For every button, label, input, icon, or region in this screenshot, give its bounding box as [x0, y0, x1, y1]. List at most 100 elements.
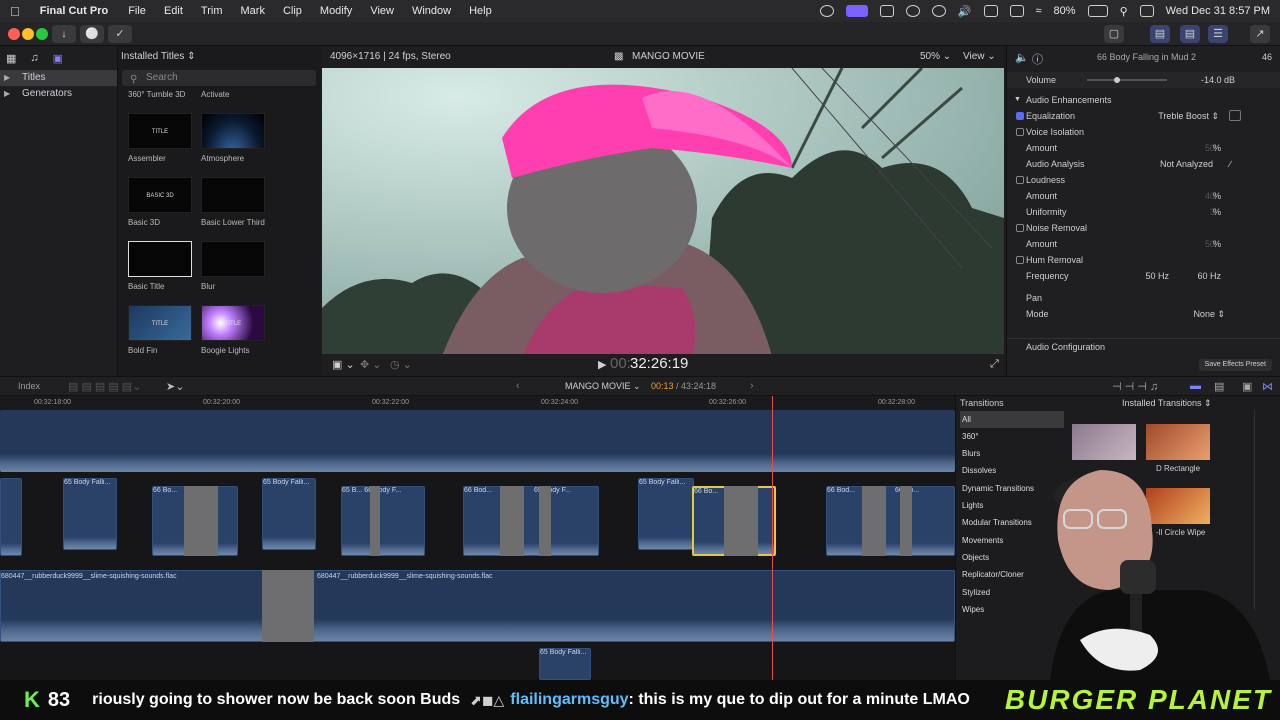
equalization-checkbox[interactable] — [1016, 112, 1024, 120]
minimize-button[interactable] — [22, 28, 34, 40]
display-icon[interactable] — [983, 5, 998, 17]
stage-manager-icon[interactable] — [845, 5, 868, 17]
screen-record-icon[interactable] — [819, 5, 834, 17]
title-thumb-basic-lower-third[interactable] — [201, 177, 265, 213]
close-button[interactable] — [8, 28, 20, 40]
menu-help[interactable]: Help — [469, 5, 492, 17]
browser-header[interactable]: Installed Titles ⇕ — [118, 46, 320, 68]
audio-enhancements-header[interactable]: ▼ Audio Enhancements — [1007, 92, 1280, 108]
volume-slider[interactable] — [1087, 79, 1167, 81]
timeline-ruler[interactable]: 00:32:18:00 00:32:20:00 00:32:22:00 00:3… — [0, 396, 955, 410]
video-viewer[interactable] — [322, 68, 1004, 356]
title-thumb-basic-title[interactable] — [128, 241, 192, 277]
titles-icon[interactable]: ▣ — [53, 52, 63, 65]
back-icon[interactable]: ‹ — [516, 380, 520, 392]
snapping-icon[interactable]: ▬ — [1190, 380, 1201, 392]
browser-toggle-icon[interactable]: ▤ — [1150, 25, 1170, 43]
apple-icon[interactable]:  — [10, 4, 20, 19]
timeline-clip[interactable]: 66 Bod... 65 Body F... — [463, 486, 599, 556]
category-all[interactable]: All — [960, 411, 1064, 428]
info-tab-icon[interactable]: ⓘ — [1032, 51, 1043, 67]
clip-view-icon[interactable]: ▤ — [1214, 380, 1224, 393]
audio-tab-icon[interactable]: 🔈 — [1015, 51, 1029, 64]
title-thumb-boogie-lights[interactable]: TITLE — [201, 305, 265, 341]
title-thumb-atmosphere[interactable] — [201, 113, 265, 149]
layout-icon[interactable]: ▢ — [1104, 25, 1124, 43]
volume-slider-knob[interactable] — [1114, 77, 1120, 83]
menu-window[interactable]: Window — [412, 5, 451, 17]
freq-60-radio[interactable]: 60 Hz — [1197, 268, 1221, 284]
sidebar-item-titles[interactable]: ▶ Titles — [0, 70, 117, 86]
app-menu[interactable]: Final Cut Pro — [40, 5, 108, 17]
battery-icon[interactable] — [1087, 5, 1108, 17]
transition-gap[interactable] — [724, 486, 758, 556]
timeline-clip[interactable]: 65 Body Falli... — [63, 478, 117, 550]
transform-icon[interactable]: ▣ ⌄ — [332, 358, 355, 371]
playhead[interactable] — [772, 396, 773, 680]
view-menu[interactable]: View ⌄ — [963, 46, 996, 68]
share-icon[interactable]: ↗ — [1250, 25, 1270, 43]
installed-transitions-menu[interactable]: Installed Transitions ⇕ — [1122, 398, 1212, 409]
speed-icon[interactable]: ◷ ⌄ — [390, 358, 412, 371]
title-thumb-basic-3d[interactable]: BASIC 3D — [128, 177, 192, 213]
timeline-toggle-icon[interactable]: ▤ — [1180, 25, 1200, 43]
timeline-clip[interactable]: 65 Body Falli... — [638, 478, 694, 550]
menu-file[interactable]: File — [128, 5, 146, 17]
forward-icon[interactable]: › — [750, 380, 754, 392]
effects-browser-icon[interactable]: ▣ — [1242, 380, 1252, 393]
play-icon[interactable] — [931, 5, 946, 17]
noise-removal-checkbox[interactable] — [1016, 224, 1024, 232]
magic-wand-icon[interactable]: ∕ — [1229, 156, 1231, 172]
spotlight-icon[interactable]: ⚲ — [1120, 5, 1128, 18]
fullscreen-icon[interactable]: ⤢ — [990, 358, 999, 371]
timeline-tools-icon[interactable]: ⊣ ⊣ ⊣ ♫ — [1112, 380, 1158, 393]
volume-value[interactable]: -14.0 dB — [1201, 72, 1235, 88]
hum-removal-checkbox[interactable] — [1016, 256, 1024, 264]
timecode-display[interactable]: 32:26:19 — [630, 355, 688, 372]
transition-gap[interactable] — [539, 486, 551, 556]
menu-mark[interactable]: Mark — [241, 5, 265, 17]
menu-view[interactable]: View — [370, 5, 394, 17]
zoom-button[interactable] — [36, 28, 48, 40]
loudness-checkbox[interactable] — [1016, 176, 1024, 184]
transition-gap[interactable] — [900, 486, 912, 556]
pan-header[interactable]: Pan — [1007, 290, 1280, 306]
transition-gap[interactable] — [500, 486, 524, 556]
timeline-tracks[interactable]: 65 Body Falli... 66 Bo... 65 Body Falli.… — [0, 410, 955, 680]
title-thumb-assembler[interactable]: TITLE — [128, 113, 192, 149]
clip-appearance-icon[interactable]: ▤ ▤ ▤ ▤ ▤⌄ — [68, 380, 141, 393]
save-effects-preset-button[interactable]: Save Effects Preset — [1198, 359, 1272, 371]
freq-50-radio[interactable]: 50 Hz — [1145, 268, 1169, 284]
sidebar-item-generators[interactable]: ▶ Generators — [0, 86, 117, 102]
control-center-icon[interactable] — [1139, 5, 1154, 17]
timeline-clip[interactable]: 66 Bod... 66 Bo... — [826, 486, 955, 556]
clock[interactable]: Wed Dec 31 8:57 PM — [1166, 5, 1270, 17]
select-tool-icon[interactable]: ➤⌄ — [166, 380, 184, 393]
audio-clip[interactable]: 680447__rubberduck9999__slime-squishing-… — [0, 570, 955, 642]
timeline-clip[interactable] — [0, 478, 22, 556]
transitions-browser-icon[interactable]: ⋈ — [1262, 380, 1273, 393]
monitor-icon[interactable] — [1009, 5, 1024, 17]
timeline-clip[interactable]: 65 Body Falli... — [262, 478, 316, 550]
menu-edit[interactable]: Edit — [164, 5, 183, 17]
equalization-select[interactable]: Treble Boost ⇕ — [1158, 108, 1219, 124]
music-icon[interactable]: ♫ — [30, 52, 38, 64]
menu-trim[interactable]: Trim — [201, 5, 223, 17]
trim-tool-icon[interactable]: ✥ ⌄ — [360, 358, 382, 371]
keyword-icon[interactable]: ⚪ — [80, 25, 104, 43]
import-icon[interactable]: ↓ — [52, 25, 76, 43]
check-icon[interactable]: ✓ — [108, 25, 132, 43]
eq-graph-icon[interactable] — [1229, 110, 1241, 121]
transition-gap[interactable] — [184, 486, 218, 556]
top-audio-track[interactable] — [0, 410, 955, 472]
timeline-clip[interactable]: 65 B... 66 Body F... — [341, 486, 425, 556]
search-input[interactable]: ⚲ Search — [122, 70, 316, 86]
pan-mode-select[interactable]: None ⇕ — [1193, 306, 1225, 322]
play-button[interactable]: ▶ — [598, 358, 606, 371]
timeline-clip[interactable]: 65 Body Falli... — [539, 648, 591, 680]
inspector-toggle-icon[interactable]: ☰ — [1208, 25, 1228, 43]
audio-transition-gap[interactable] — [262, 570, 314, 642]
menu-clip[interactable]: Clip — [283, 5, 302, 17]
menu-modify[interactable]: Modify — [320, 5, 352, 17]
timer-icon[interactable] — [905, 5, 920, 17]
